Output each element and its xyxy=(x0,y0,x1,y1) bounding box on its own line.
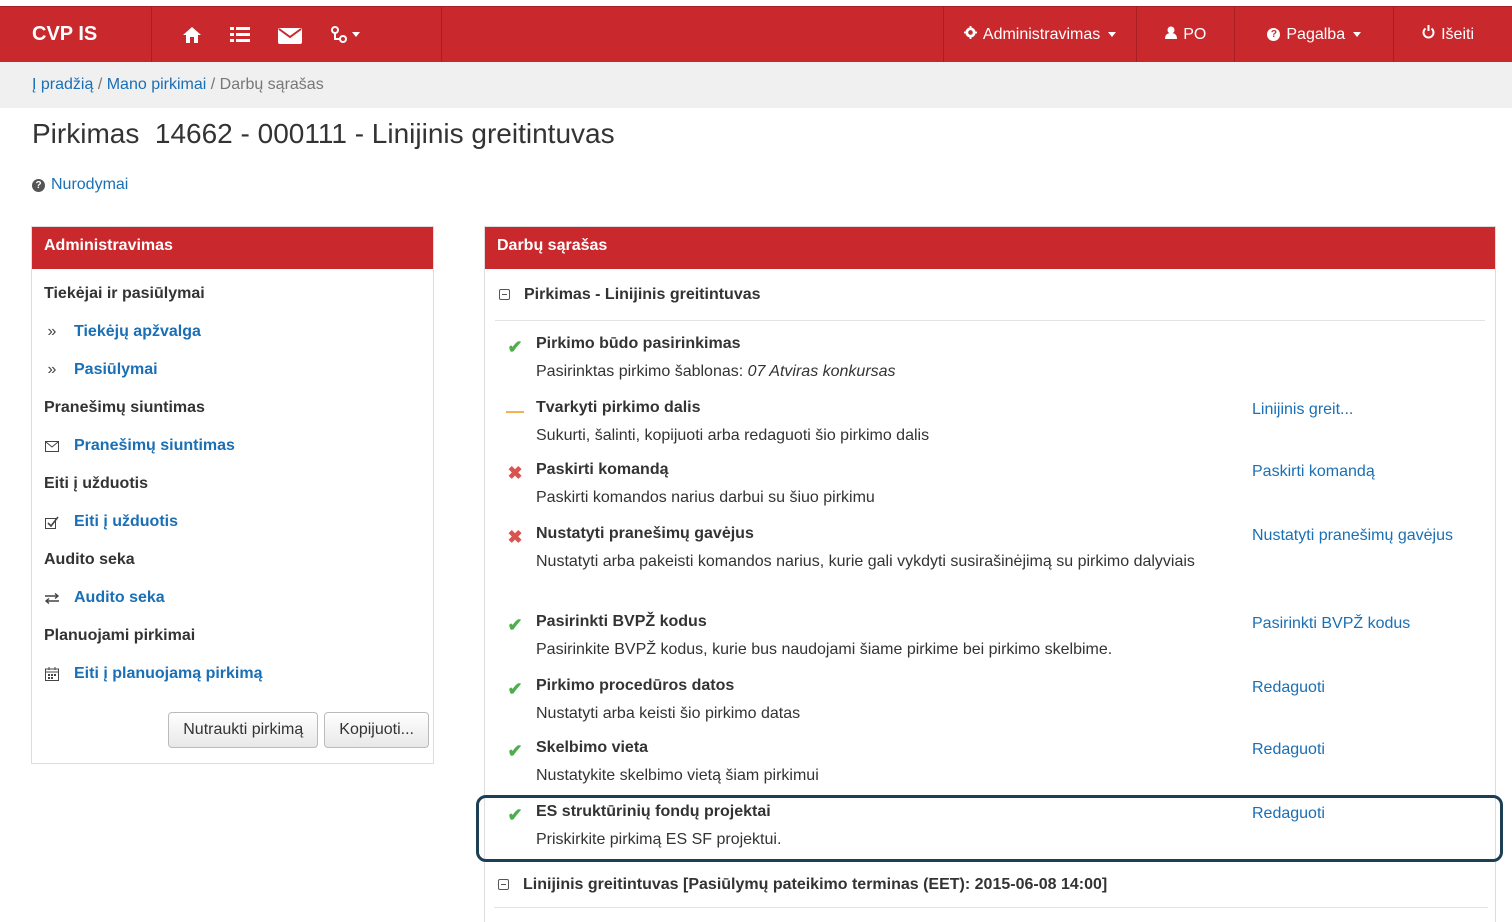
task-title: Nustatyti pranešimų gavėjus xyxy=(536,525,754,542)
task-action-link[interactable]: Redaguoti xyxy=(1252,741,1325,759)
breadcrumb-separator: / xyxy=(93,76,107,93)
check-icon: ✔ xyxy=(507,679,523,699)
task-title: Pasirinkti BVPŽ kodus xyxy=(536,613,707,630)
envelope-icon xyxy=(44,440,60,452)
top-navbar: CVP IS Administravimas PO ? Pagalba Išei… xyxy=(0,6,1512,62)
task-list-heading: Darbų sąrašas xyxy=(485,227,1495,269)
double-chevron-right-icon: » xyxy=(47,323,57,340)
messaging-link[interactable]: Pranešimų siuntimas xyxy=(44,427,421,465)
task-title: Tvarkyti pirkimo dalis xyxy=(536,399,701,416)
chevron-down-icon xyxy=(1108,32,1117,37)
power-icon xyxy=(1422,25,1435,44)
task-action-link[interactable]: Pasirinkti BVPŽ kodus xyxy=(1252,615,1410,633)
go-tasks-label: Eiti į užduotis xyxy=(74,513,178,530)
check-icon: ✔ xyxy=(507,337,523,357)
task-description: Nustatyti arba keisti šio pirkimo datas xyxy=(536,705,801,722)
offers-label: Pasiūlymai xyxy=(74,361,158,378)
group-planned: Planuojami pirkimai xyxy=(44,627,196,644)
breadcrumb-my-purchases-link[interactable]: Mano pirkimai xyxy=(107,76,207,93)
hierarchy-dropdown-icon[interactable] xyxy=(330,25,360,44)
user-menu[interactable]: PO xyxy=(1136,7,1234,62)
user-icon xyxy=(1165,26,1178,44)
logout-label: Išeiti xyxy=(1441,25,1474,43)
procurement-header-label: Pirkimas - Linijinis greitintuvas xyxy=(524,285,761,303)
nav-icon-group xyxy=(152,7,442,62)
lot-header[interactable]: Linijinis greitintuvas [Pasiūlymų pateik… xyxy=(494,862,1488,908)
cancel-purchase-button[interactable]: Nutraukti pirkimą xyxy=(168,712,319,748)
question-circle-icon: ? xyxy=(32,178,45,192)
cross-icon: ✖ xyxy=(507,527,523,547)
chevron-down-icon xyxy=(1353,32,1362,37)
task-description: Nustatyti arba pakeisti komandos narius,… xyxy=(536,553,1195,570)
admin-panel: Administravimas Tiekėjai ir pasiūlymai »… xyxy=(31,226,434,764)
group-suppliers: Tiekėjai ir pasiūlymai xyxy=(44,285,205,302)
task-description: Pasirinktas pirkimo šablonas: 07 Atviras… xyxy=(536,363,896,380)
breadcrumb: Į pradžią / Mano pirkimai / Darbų sąraša… xyxy=(0,62,1512,108)
audit-link[interactable]: Audito seka xyxy=(44,579,421,617)
admin-panel-heading: Administravimas xyxy=(32,227,433,269)
logout-button[interactable]: Išeiti xyxy=(1393,7,1512,62)
breadcrumb-home-link[interactable]: Į pradžią xyxy=(32,76,93,93)
question-icon: ? xyxy=(1267,28,1281,41)
admin-menu[interactable]: Administravimas xyxy=(942,7,1136,62)
list-icon[interactable] xyxy=(230,26,250,43)
task-action-link[interactable]: Paskirti komandą xyxy=(1252,463,1375,481)
help-menu-label: Pagalba xyxy=(1286,25,1346,43)
task-description: Pasirinkite BVPŽ kodus, kurie bus naudoj… xyxy=(536,641,1113,658)
breadcrumb-separator: / xyxy=(206,76,220,93)
task-description: Nustatykite skelbimo vietą šiam pirkimui xyxy=(536,767,819,784)
group-messaging: Pranešimų siuntimas xyxy=(44,399,205,416)
cross-icon: ✖ xyxy=(507,463,523,483)
group-tasks: Eiti į užduotis xyxy=(44,475,148,492)
suppliers-overview-link[interactable]: » Tiekėjų apžvalga xyxy=(44,313,421,351)
lot-header-label: Linijinis greitintuvas [Pasiūlymų pateik… xyxy=(523,875,1108,893)
task-title: Skelbimo vieta xyxy=(536,739,649,756)
dash-icon: — xyxy=(506,401,524,421)
gear-icon xyxy=(963,25,977,44)
planned-purchase-link[interactable]: Eiti į planuojamą pirkimą xyxy=(44,655,421,693)
task-description: Paskirti komandos narius darbui su šiuo … xyxy=(536,489,875,506)
help-menu[interactable]: ? Pagalba xyxy=(1234,7,1393,62)
procurement-header[interactable]: Pirkimas - Linijinis greitintuvas xyxy=(495,269,1485,321)
brand-logo[interactable]: CVP IS xyxy=(0,7,152,62)
exchange-arrows-icon xyxy=(44,592,60,604)
check-icon: ✔ xyxy=(507,741,523,761)
highlight-frame xyxy=(476,795,1503,862)
offers-link[interactable]: » Pasiūlymai xyxy=(44,351,421,389)
task-title: Paskirti komandą xyxy=(536,461,669,478)
task-title: Pirkimo procedūros datos xyxy=(536,677,735,694)
suppliers-overview-label: Tiekėjų apžvalga xyxy=(74,323,201,340)
task-action-link[interactable]: Nustatyti pranešimų gavėjus xyxy=(1252,527,1453,545)
task-description: Sukurti, šalinti, kopijuoti arba redaguo… xyxy=(536,427,930,444)
task-title: Pirkimo būdo pasirinkimas xyxy=(536,335,741,352)
messaging-label: Pranešimų siuntimas xyxy=(74,437,235,454)
planned-purchase-label: Eiti į planuojamą pirkimą xyxy=(74,665,263,682)
user-menu-label: PO xyxy=(1183,25,1207,43)
guide-link[interactable]: ? Nurodymai xyxy=(32,176,128,194)
collapse-icon[interactable] xyxy=(499,289,510,300)
admin-buttons: Nutraukti pirkimą Kopijuoti... xyxy=(168,712,429,748)
audit-label: Audito seka xyxy=(74,589,165,606)
calendar-icon xyxy=(44,667,60,681)
checkbox-icon xyxy=(44,516,60,529)
guide-link-label: Nurodymai xyxy=(51,176,129,193)
group-audit: Audito seka xyxy=(44,551,135,568)
check-icon: ✔ xyxy=(507,615,523,635)
page-title: Pirkimas 14662 - 000111 - Linijinis grei… xyxy=(32,118,615,149)
double-chevron-right-icon: » xyxy=(47,361,57,378)
home-icon[interactable] xyxy=(182,26,202,44)
copy-button[interactable]: Kopijuoti... xyxy=(324,712,429,748)
admin-menu-label: Administravimas xyxy=(982,25,1101,43)
task-action-link[interactable]: Redaguoti xyxy=(1252,679,1325,697)
go-tasks-link[interactable]: Eiti į užduotis xyxy=(44,503,421,541)
collapse-icon[interactable] xyxy=(498,879,509,890)
breadcrumb-current: Darbų sąrašas xyxy=(219,76,324,93)
task-action-link[interactable]: Linijinis greit... xyxy=(1252,401,1353,419)
envelope-icon[interactable] xyxy=(278,26,302,44)
